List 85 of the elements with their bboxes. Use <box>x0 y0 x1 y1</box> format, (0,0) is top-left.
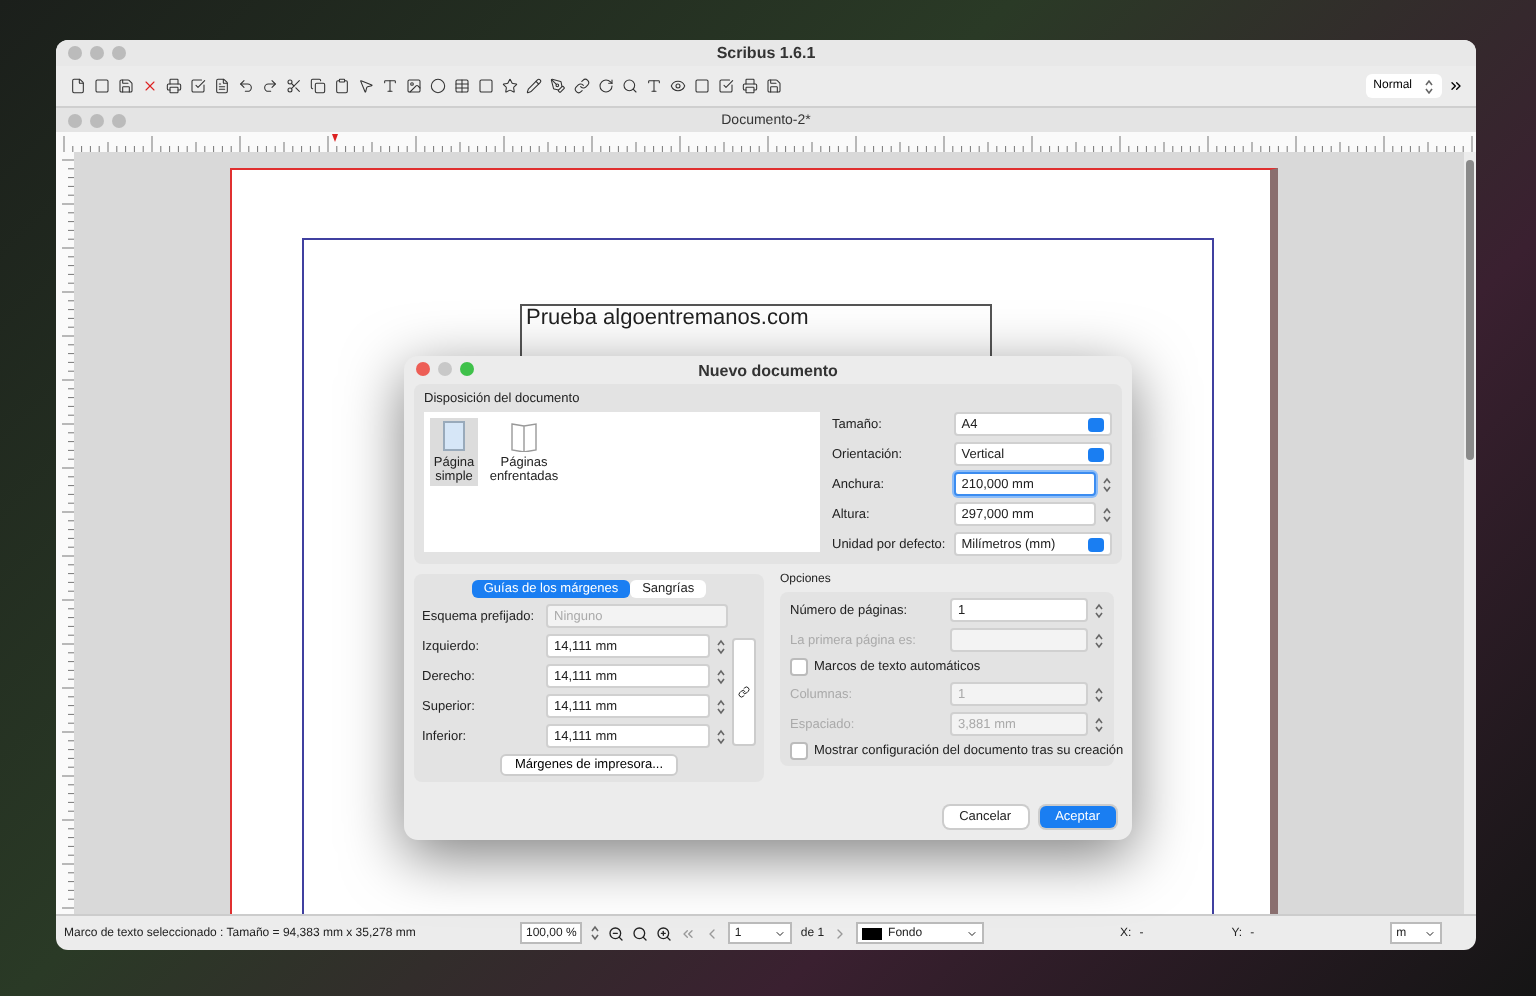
text-icon <box>381 78 397 94</box>
stepper-icon[interactable] <box>1102 475 1112 493</box>
pencil-button[interactable] <box>524 74 542 98</box>
undo-icon <box>237 78 253 94</box>
copy-icon <box>309 78 325 94</box>
document-button[interactable] <box>212 74 230 98</box>
pencil-icon <box>525 78 541 94</box>
printer-button[interactable] <box>164 74 182 98</box>
checkbox[interactable] <box>790 742 808 760</box>
cut-button[interactable] <box>284 74 302 98</box>
stepper-icon[interactable] <box>1094 685 1104 703</box>
undo-button[interactable] <box>236 74 254 98</box>
checkbox[interactable] <box>790 658 808 676</box>
check-button[interactable] <box>188 74 206 98</box>
copy-button[interactable] <box>308 74 326 98</box>
table-button[interactable] <box>452 74 470 98</box>
document-icon <box>213 78 229 94</box>
stepper-icon[interactable] <box>716 667 726 685</box>
chain-link-icon <box>738 685 750 697</box>
stepper-icon[interactable] <box>1102 505 1112 523</box>
text-button[interactable] <box>644 74 662 98</box>
text-icon <box>645 78 661 94</box>
printer-icon <box>741 78 757 94</box>
redo-icon <box>261 78 277 94</box>
link-button[interactable] <box>572 74 590 98</box>
circle-button[interactable] <box>428 74 446 98</box>
pen-icon <box>549 78 565 94</box>
paste-icon <box>333 78 349 94</box>
square-icon <box>693 78 709 94</box>
save-button[interactable] <box>764 74 782 98</box>
check-icon <box>189 78 205 94</box>
zoom-in-icon[interactable] <box>656 925 673 941</box>
dialog-title: Nuevo documento <box>698 361 838 379</box>
search-icon[interactable] <box>632 925 649 941</box>
search-icon <box>621 78 637 94</box>
new-file-button[interactable] <box>68 74 86 98</box>
circle-icon <box>429 78 445 94</box>
stepper-icon[interactable] <box>716 697 726 715</box>
dropdown-icon <box>774 927 787 939</box>
more-icon[interactable] <box>1448 78 1464 94</box>
rotate-button[interactable] <box>596 74 614 98</box>
stepper-icon[interactable] <box>716 727 726 745</box>
single-page-icon <box>440 420 468 452</box>
stepper-icon[interactable] <box>1094 631 1104 649</box>
redo-button[interactable] <box>260 74 278 98</box>
search-button[interactable] <box>620 74 638 98</box>
dropdown-icon <box>966 927 979 939</box>
stepper-icon[interactable] <box>1094 715 1104 733</box>
square-icon <box>93 78 109 94</box>
check-button[interactable] <box>716 74 734 98</box>
paste-button[interactable] <box>332 74 350 98</box>
zoom-out-icon[interactable] <box>608 925 625 941</box>
check-icon <box>717 78 733 94</box>
stepper-icon[interactable] <box>1424 77 1434 95</box>
pointer-icon <box>357 78 373 94</box>
save-button[interactable] <box>116 74 134 98</box>
dropdown-icon <box>1424 927 1437 939</box>
pen-button[interactable] <box>548 74 566 98</box>
window-title: Scribus 1.6.1 <box>716 44 816 62</box>
scrollbar[interactable] <box>1466 160 1474 460</box>
eye-icon <box>669 78 685 94</box>
facing-pages-icon <box>510 420 538 452</box>
select-field[interactable] <box>950 628 1088 652</box>
star-icon <box>501 78 517 94</box>
stepper-icon[interactable] <box>590 924 601 942</box>
close-icon <box>141 78 157 94</box>
link-icon <box>573 78 589 94</box>
printer-button[interactable] <box>740 74 758 98</box>
cut-icon <box>285 78 301 94</box>
square-icon <box>477 78 493 94</box>
rotate-icon <box>597 78 613 94</box>
table-icon <box>453 78 469 94</box>
window-controls[interactable] <box>416 362 474 376</box>
stepper-icon[interactable] <box>1094 601 1104 619</box>
dropdown-icon <box>1088 537 1104 551</box>
save-icon <box>117 78 133 94</box>
image-icon <box>405 78 421 94</box>
new-file-icon <box>69 78 85 94</box>
star-button[interactable] <box>500 74 518 98</box>
save-icon <box>765 78 781 94</box>
image-button[interactable] <box>404 74 422 98</box>
text-button[interactable] <box>380 74 398 98</box>
stepper-icon[interactable] <box>716 637 726 655</box>
pointer-button[interactable] <box>356 74 374 98</box>
printer-icon <box>165 78 181 94</box>
